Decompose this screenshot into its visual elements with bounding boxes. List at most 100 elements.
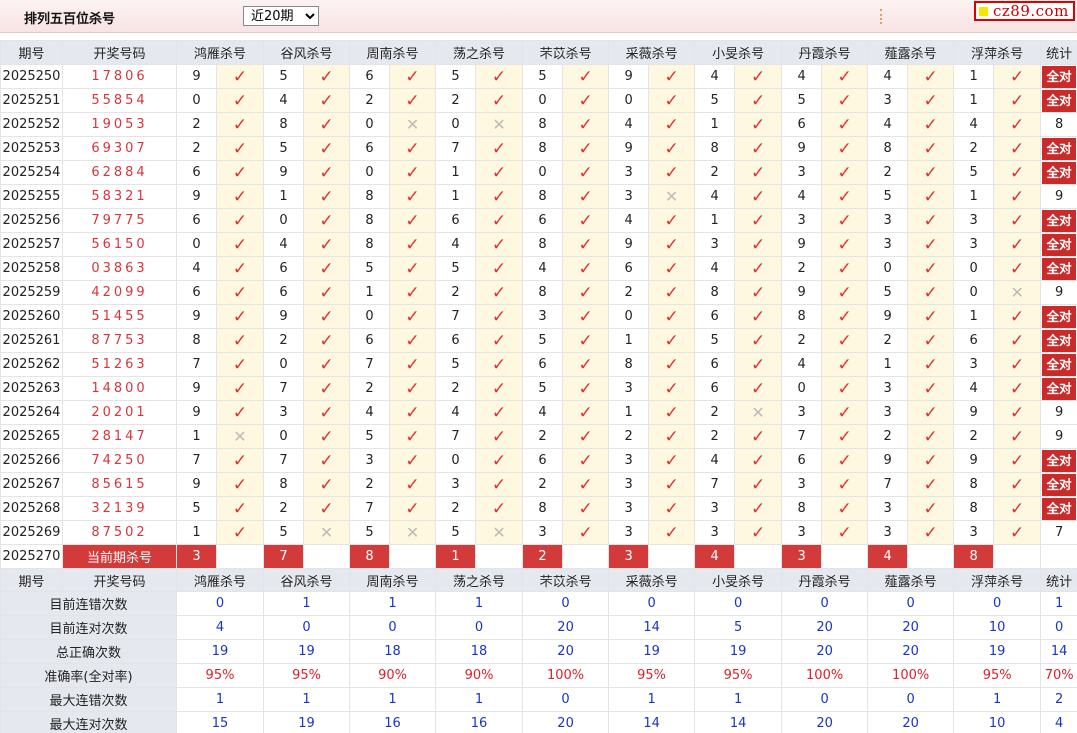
col-header-stat[interactable]: 统计 (1040, 40, 1077, 65)
check-icon: ✓ (664, 234, 679, 255)
stat-cell: 全对 (1040, 136, 1077, 161)
summary-value: 0 (781, 591, 869, 616)
col-header-predictor[interactable]: 芣苡杀号 (522, 568, 610, 592)
check-icon: ✓ (1010, 474, 1025, 495)
result-cell: ✓ (303, 256, 351, 281)
col-header-lottery[interactable]: 开奖号码 (62, 40, 177, 65)
col-header-predictor[interactable]: 小旻杀号 (694, 568, 783, 592)
check-icon: ✓ (232, 114, 248, 135)
empty-cell (821, 544, 869, 569)
kill-number-cell: 3 (867, 232, 909, 257)
col-header-stat[interactable]: 统计 (1040, 568, 1077, 592)
check-icon: ✓ (232, 474, 248, 495)
kill-number-cell: 3 (349, 448, 391, 473)
col-header-period[interactable]: 期号 (0, 568, 63, 592)
result-cell: ✓ (993, 160, 1042, 185)
col-header-predictor[interactable]: 鸿雁杀号 (175, 568, 265, 592)
col-header-predictor[interactable]: 谷风杀号 (263, 568, 351, 592)
result-cell: ✓ (734, 136, 783, 161)
kill-number-cell: 3 (867, 376, 909, 401)
result-cell: ✓ (389, 496, 437, 521)
kill-number-cell: 3 (867, 88, 909, 113)
current-kill-label: 当前期杀号 (62, 544, 177, 569)
summary-label: 最大连错次数 (0, 687, 177, 712)
col-header-predictor[interactable]: 鸿雁杀号 (175, 40, 265, 65)
kill-number-cell: 0 (435, 112, 477, 137)
table-row: 2025269 87502 1 ✓ 5 ✕ 5 ✕ 5 ✕ 3 ✓ 3 ✓ 3 ✓ 3 ✓ 3 ✓ 3 ✓ 7 (0, 520, 1077, 545)
result-cell: ✓ (648, 424, 696, 449)
check-icon: ✓ (664, 66, 679, 87)
period-cell: 2025257 (0, 232, 63, 257)
check-icon: ✓ (664, 426, 679, 447)
check-icon: ✓ (319, 186, 334, 207)
empty-cell (993, 544, 1042, 569)
check-icon: ✓ (491, 162, 507, 183)
result-cell: ✓ (734, 64, 783, 89)
col-header-predictor[interactable]: 丹霞杀号 (781, 568, 869, 592)
result-cell: ✓ (907, 400, 955, 425)
kill-number-cell: 5 (435, 520, 477, 545)
result-cell: ✓ (389, 88, 437, 113)
kill-number-cell: 7 (176, 352, 217, 377)
kill-number-cell: 4 (435, 232, 477, 257)
col-header-predictor[interactable]: 浮萍杀号 (953, 40, 1042, 65)
kill-number-cell: 2 (349, 88, 391, 113)
col-header-predictor[interactable]: 荡之杀号 (435, 40, 524, 65)
col-header-predictor[interactable]: 薤露杀号 (867, 568, 955, 592)
check-icon: ✓ (232, 162, 248, 183)
kill-number-cell: 9 (263, 304, 305, 329)
check-icon: ✓ (664, 258, 679, 279)
col-header-lottery[interactable]: 开奖号码 (62, 568, 177, 592)
col-header-predictor[interactable]: 采薇杀号 (608, 40, 696, 65)
col-header-predictor[interactable]: 浮萍杀号 (953, 568, 1042, 592)
check-icon: ✓ (664, 330, 679, 351)
check-icon: ✓ (1010, 498, 1025, 519)
kill-number-cell: 0 (349, 160, 391, 185)
col-header-predictor[interactable]: 荡之杀号 (435, 568, 524, 592)
result-cell: ✓ (389, 424, 437, 449)
result-cell: ✕ (475, 520, 524, 545)
col-header-period[interactable]: 期号 (0, 40, 63, 65)
result-cell: ✓ (475, 256, 524, 281)
period-range-select[interactable]: 近20期 (243, 6, 319, 26)
result-cell: ✓ (648, 112, 696, 137)
current-period-row: 2025270 当前期杀号 3 7 8 1 2 3 4 3 4 8 (0, 544, 1077, 569)
check-icon: ✓ (578, 354, 593, 375)
current-kill-number: 4 (694, 544, 736, 569)
current-kill-number: 1 (435, 544, 477, 569)
summary-value: 19 (608, 639, 696, 664)
kill-number-cell: 4 (694, 256, 736, 281)
check-icon: ✓ (837, 330, 852, 351)
kill-number-cell: 7 (263, 376, 305, 401)
cross-icon: ✕ (492, 115, 506, 134)
kill-number-cell: 3 (522, 304, 564, 329)
col-header-predictor[interactable]: 周南杀号 (349, 40, 437, 65)
check-icon: ✓ (837, 378, 852, 399)
kill-number-cell: 9 (953, 448, 995, 473)
col-header-predictor[interactable]: 周南杀号 (349, 568, 437, 592)
summary-value: 20 (522, 639, 610, 664)
check-icon: ✓ (923, 330, 938, 351)
result-cell: ✓ (907, 424, 955, 449)
result-cell: ✕ (303, 520, 351, 545)
col-header-predictor[interactable]: 采薇杀号 (608, 568, 696, 592)
kill-number-cell: 9 (176, 376, 217, 401)
summary-value: 14 (694, 711, 783, 733)
col-header-predictor[interactable]: 小旻杀号 (694, 40, 783, 65)
summary-value: 0 (608, 591, 696, 616)
check-icon: ✓ (491, 330, 507, 351)
kill-number-cell: 5 (263, 64, 305, 89)
kill-number-cell: 3 (953, 352, 995, 377)
kill-number-cell: 6 (349, 136, 391, 161)
check-icon: ✓ (664, 498, 679, 519)
check-icon: ✓ (1010, 210, 1025, 231)
col-header-predictor[interactable]: 芣苡杀号 (522, 40, 610, 65)
col-header-predictor[interactable]: 谷风杀号 (263, 40, 351, 65)
result-cell: ✓ (907, 448, 955, 473)
kill-number-cell: 6 (522, 448, 564, 473)
kill-number-cell: 1 (953, 88, 995, 113)
summary-label: 目前连对次数 (0, 615, 177, 640)
brand-logo[interactable]: cz89.com (974, 1, 1075, 21)
col-header-predictor[interactable]: 薤露杀号 (867, 40, 955, 65)
col-header-predictor[interactable]: 丹霞杀号 (781, 40, 869, 65)
